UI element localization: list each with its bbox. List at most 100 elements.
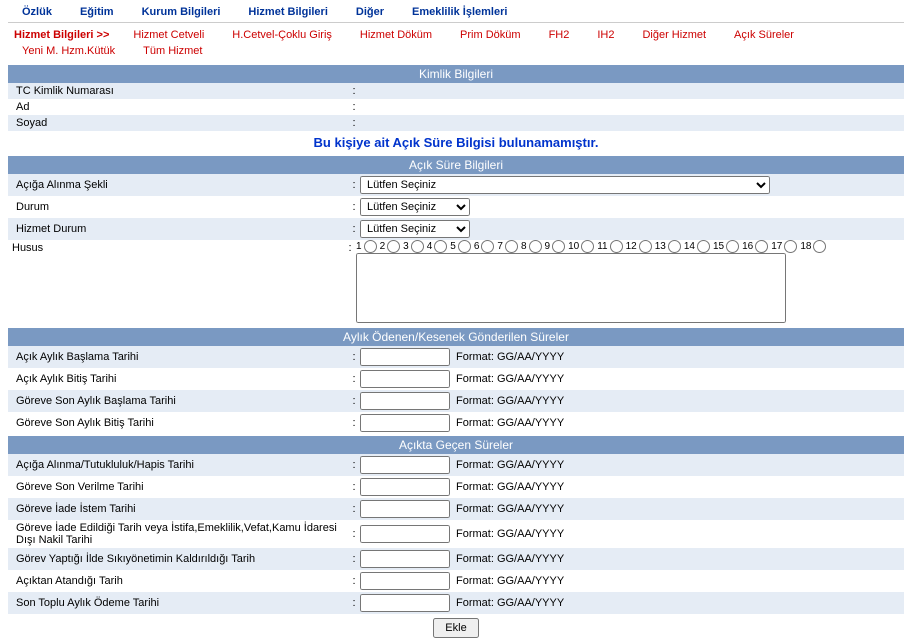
- husus-radio-input-17[interactable]: [784, 240, 797, 253]
- format-hint: Format: GG/AA/YYYY: [456, 553, 564, 565]
- iade-istem-input[interactable]: [360, 500, 450, 518]
- subtab-ih2[interactable]: IH2: [583, 27, 628, 43]
- tutukluluk-label: Açığa Alınma/Tutukluluk/Hapis Tarihi: [12, 459, 348, 471]
- aylik-baslama-input[interactable]: [360, 348, 450, 366]
- husus-radio-2[interactable]: 2: [380, 240, 401, 253]
- tab-kurum[interactable]: Kurum Bilgileri: [128, 4, 235, 20]
- hdurum-select[interactable]: Lütfen Seçiniz: [360, 220, 470, 238]
- sontoplu-label: Son Toplu Aylık Ödeme Tarihi: [12, 597, 348, 609]
- format-hint: Format: GG/AA/YYYY: [456, 351, 564, 363]
- husus-radio-6[interactable]: 6: [474, 240, 495, 253]
- husus-radio-input-7[interactable]: [505, 240, 518, 253]
- gson-verilme-input[interactable]: [360, 478, 450, 496]
- format-hint: Format: GG/AA/YYYY: [456, 395, 564, 407]
- sekil-select[interactable]: Lütfen Seçiniz: [360, 176, 770, 194]
- durum-label: Durum: [12, 201, 348, 213]
- husus-radio-input-18[interactable]: [813, 240, 826, 253]
- husus-radio-7[interactable]: 7: [497, 240, 518, 253]
- subtab-prim[interactable]: Prim Döküm: [446, 27, 535, 43]
- husus-radio-16[interactable]: 16: [742, 240, 768, 253]
- iade-edildi-label: Göreve İade Edildiği Tarih veya İstifa,E…: [12, 522, 348, 546]
- husus-radio-1[interactable]: 1: [356, 240, 377, 253]
- durum-select[interactable]: Lütfen Seçiniz: [360, 198, 470, 216]
- sikiyonetim-input[interactable]: [360, 550, 450, 568]
- aylik-bitis-label: Açık Aylık Bitiş Tarihi: [12, 373, 348, 385]
- format-hint: Format: GG/AA/YYYY: [456, 575, 564, 587]
- husus-radio-input-6[interactable]: [481, 240, 494, 253]
- subtab-tum[interactable]: Tüm Hizmet: [129, 43, 216, 59]
- husus-radio-input-16[interactable]: [755, 240, 768, 253]
- gson-baslama-input[interactable]: [360, 392, 450, 410]
- husus-radio-3[interactable]: 3: [403, 240, 424, 253]
- husus-radio-input-11[interactable]: [610, 240, 623, 253]
- tutukluluk-input[interactable]: [360, 456, 450, 474]
- husus-radio-8[interactable]: 8: [521, 240, 542, 253]
- iade-edildi-input[interactable]: [360, 525, 450, 543]
- husus-radio-input-1[interactable]: [364, 240, 377, 253]
- gson-baslama-label: Göreve Son Aylık Başlama Tarihi: [12, 395, 348, 407]
- main-tabs: Özlük Eğitim Kurum Bilgileri Hizmet Bilg…: [8, 0, 904, 23]
- husus-radio-18[interactable]: 18: [800, 240, 826, 253]
- iade-istem-label: Göreve İade İstem Tarihi: [12, 503, 348, 515]
- section-acik: Açık Süre Bilgileri: [8, 156, 904, 174]
- husus-radio-input-9[interactable]: [552, 240, 565, 253]
- subtab-coklu[interactable]: H.Cetvel-Çoklu Giriş: [218, 27, 346, 43]
- husus-radio-input-5[interactable]: [458, 240, 471, 253]
- husus-radio-input-13[interactable]: [668, 240, 681, 253]
- tab-diger[interactable]: Diğer: [342, 4, 398, 20]
- format-hint: Format: GG/AA/YYYY: [456, 373, 564, 385]
- husus-radio-input-10[interactable]: [581, 240, 594, 253]
- sikiyonetim-label: Görev Yaptığı İlde Sıkıyönetimin Kaldırı…: [12, 553, 348, 565]
- husus-radio-12[interactable]: 12: [626, 240, 652, 253]
- husus-radio-15[interactable]: 15: [713, 240, 739, 253]
- format-hint: Format: GG/AA/YYYY: [456, 417, 564, 429]
- husus-radios: 123456789101112131415161718: [356, 240, 904, 253]
- tab-ozluk[interactable]: Özlük: [8, 4, 66, 20]
- tab-egitim[interactable]: Eğitim: [66, 4, 128, 20]
- husus-radio-input-12[interactable]: [639, 240, 652, 253]
- format-hint: Format: GG/AA/YYYY: [456, 597, 564, 609]
- sekil-label: Açığa Alınma Şekli: [12, 179, 348, 191]
- husus-radio-input-2[interactable]: [387, 240, 400, 253]
- format-hint: Format: GG/AA/YYYY: [456, 528, 564, 540]
- gson-verilme-label: Göreve Son Verilme Tarihi: [12, 481, 348, 493]
- husus-radio-11[interactable]: 11: [597, 240, 622, 253]
- gson-bitis-input[interactable]: [360, 414, 450, 432]
- aylik-bitis-input[interactable]: [360, 370, 450, 388]
- atandigi-label: Açıktan Atandığı Tarih: [12, 575, 348, 587]
- husus-radio-10[interactable]: 10: [568, 240, 594, 253]
- tab-emeklilik[interactable]: Emeklilik İşlemleri: [398, 4, 521, 20]
- section-gecen: Açıkta Geçen Süreler: [8, 436, 904, 454]
- format-hint: Format: GG/AA/YYYY: [456, 459, 564, 471]
- husus-textarea[interactable]: [356, 253, 786, 323]
- husus-radio-17[interactable]: 17: [771, 240, 797, 253]
- husus-radio-input-15[interactable]: [726, 240, 739, 253]
- ekle-button[interactable]: Ekle: [433, 618, 478, 638]
- husus-radio-9[interactable]: 9: [545, 240, 566, 253]
- subtab-acik[interactable]: Açık Süreler: [720, 27, 808, 43]
- soyad-label: Soyad: [12, 117, 348, 129]
- husus-radio-5[interactable]: 5: [450, 240, 471, 253]
- husus-radio-input-14[interactable]: [697, 240, 710, 253]
- ad-label: Ad: [12, 101, 348, 113]
- husus-radio-13[interactable]: 13: [655, 240, 681, 253]
- subtab-dokum[interactable]: Hizmet Döküm: [346, 27, 446, 43]
- format-hint: Format: GG/AA/YYYY: [456, 503, 564, 515]
- section-kimlik: Kimlik Bilgileri: [8, 65, 904, 83]
- husus-radio-14[interactable]: 14: [684, 240, 710, 253]
- husus-radio-input-8[interactable]: [529, 240, 542, 253]
- husus-radio-input-3[interactable]: [411, 240, 424, 253]
- husus-radio-4[interactable]: 4: [427, 240, 448, 253]
- subtab-fh2[interactable]: FH2: [535, 27, 584, 43]
- hdurum-label: Hizmet Durum: [12, 223, 348, 235]
- sontoplu-input[interactable]: [360, 594, 450, 612]
- subtab-dhizmet[interactable]: Diğer Hizmet: [628, 27, 720, 43]
- tab-hizmet[interactable]: Hizmet Bilgileri: [234, 4, 341, 20]
- subtab-yeni[interactable]: Yeni M. Hzm.Kütük: [8, 43, 129, 59]
- aylik-baslama-label: Açık Aylık Başlama Tarihi: [12, 351, 348, 363]
- subtab-cetvel[interactable]: Hizmet Cetveli: [119, 27, 218, 43]
- husus-radio-input-4[interactable]: [434, 240, 447, 253]
- subtab-prefix: Hizmet Bilgileri >>: [8, 27, 119, 43]
- atandigi-input[interactable]: [360, 572, 450, 590]
- warning-message: Bu kişiye ait Açık Süre Bilgisi bulunama…: [8, 131, 904, 154]
